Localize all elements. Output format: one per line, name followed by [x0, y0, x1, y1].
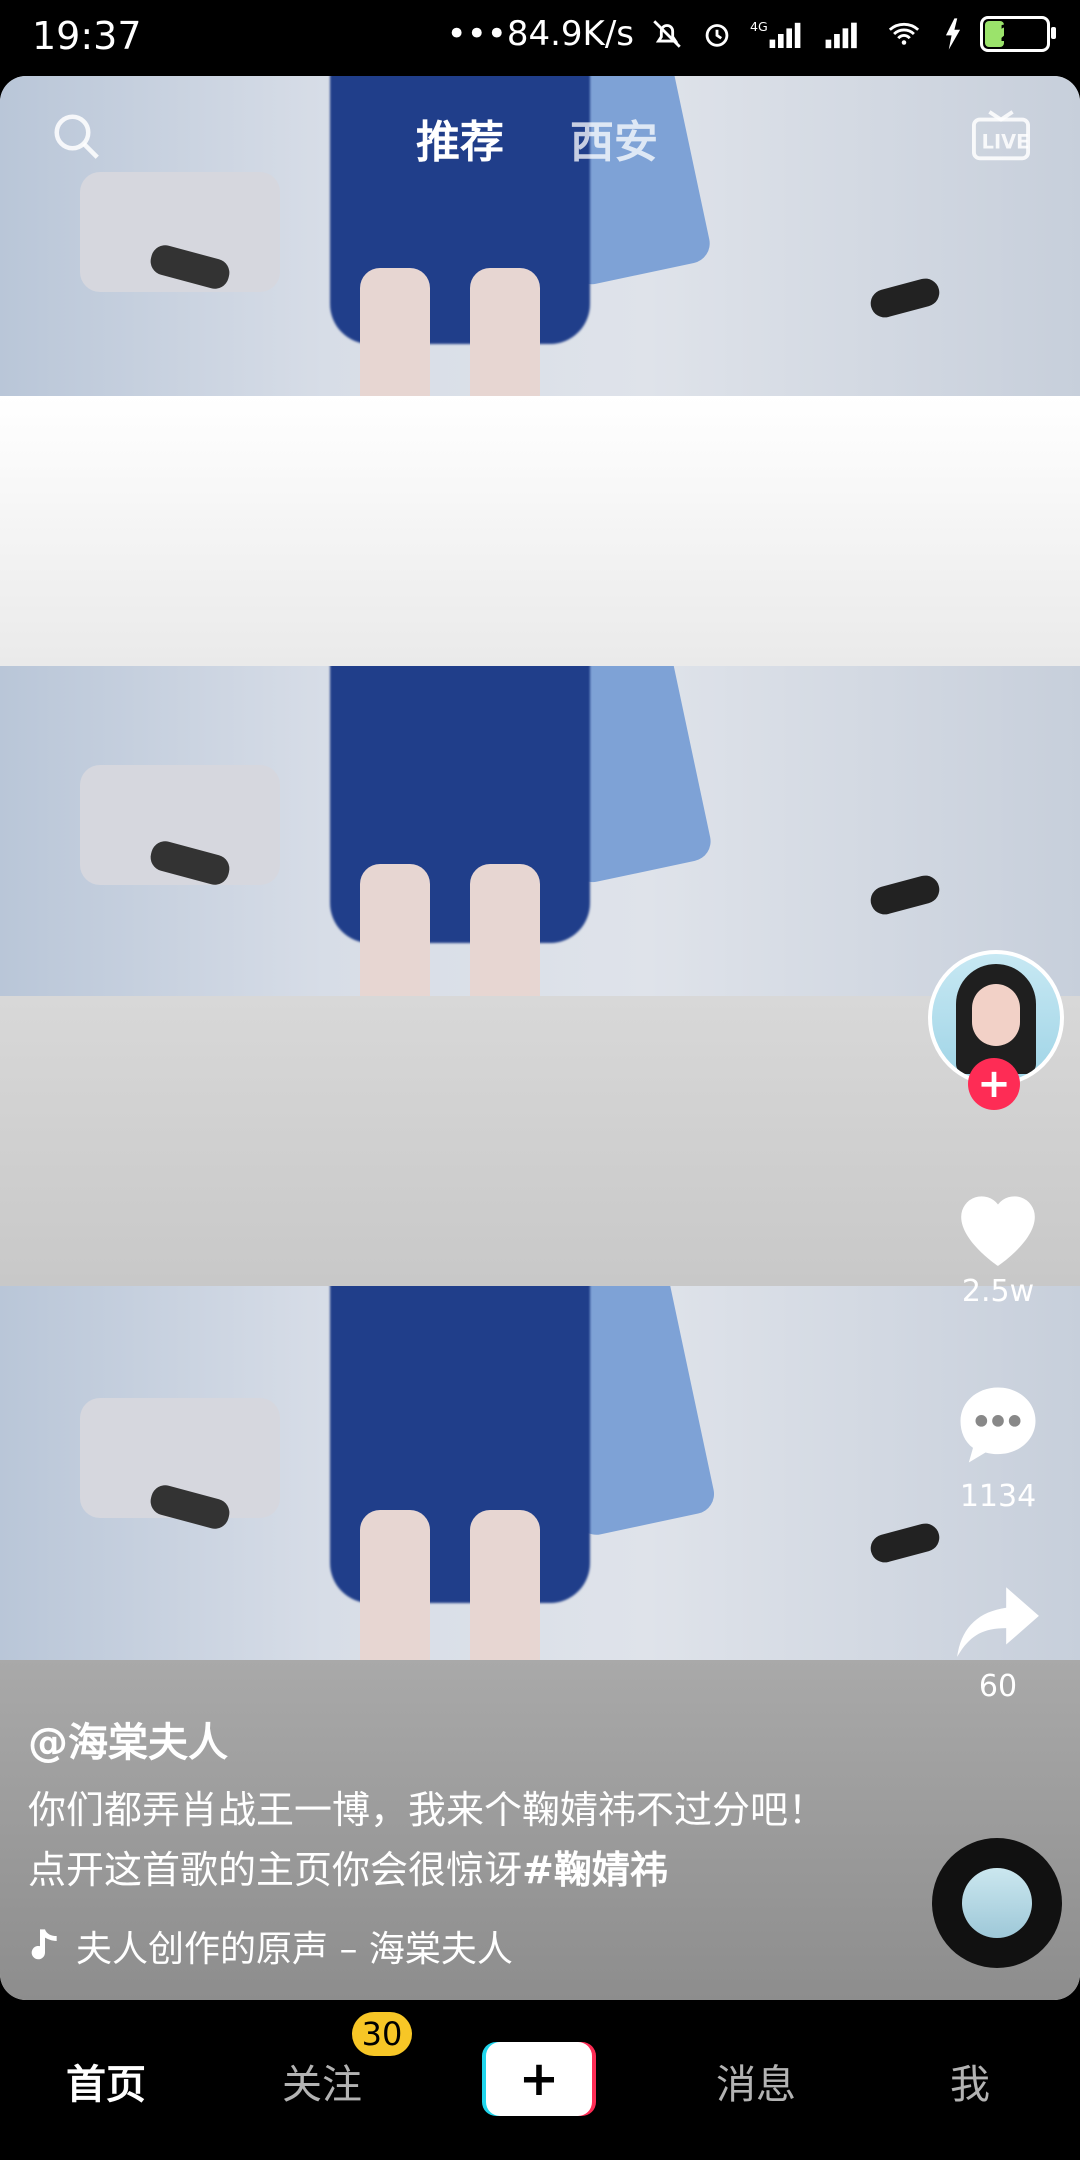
music-disc[interactable] — [932, 1838, 1062, 1968]
music-note-icon — [31, 1929, 57, 1960]
network-speed: •••84.9K/s — [446, 14, 634, 54]
tab-local[interactable]: 西安 — [570, 106, 658, 170]
video-frame-top — [0, 76, 1080, 396]
share-count: 60 — [978, 1669, 1018, 1704]
status-time: 19:37 — [32, 14, 142, 58]
nav-follow[interactable]: 关注 — [282, 2052, 362, 2110]
video-frame-middle — [0, 666, 1080, 996]
status-right: •••84.9K/s 4G 26 — [446, 14, 1056, 54]
nav-messages[interactable]: 消息 — [716, 2052, 796, 2110]
create-button[interactable]: + — [482, 2042, 596, 2116]
author-username[interactable]: @海棠夫人 — [28, 1710, 228, 1768]
charging-icon — [945, 18, 961, 50]
status-bar: 19:37 •••84.9K/s 4G 26 — [0, 0, 1080, 76]
music-row[interactable]: 夫人创作的原声 – 海棠夫人 — [28, 1920, 513, 1972]
frame-gap — [0, 996, 1080, 1286]
share-button[interactable]: 60 — [938, 1575, 1058, 1704]
bottom-nav: 首页 关注 30 + 消息 我 — [0, 2000, 1080, 2160]
follow-badge: 30 — [352, 2012, 412, 2056]
svg-text:4G: 4G — [750, 19, 768, 34]
signal-icon — [825, 22, 857, 49]
comment-icon — [960, 1387, 1036, 1463]
hashtag-link[interactable]: #鞠婧祎 — [522, 1848, 668, 1892]
alarm-icon — [705, 24, 729, 47]
mute-bell-icon — [653, 20, 681, 48]
music-title: 夫人创作的原声 – 海棠夫人 — [76, 1929, 513, 1970]
frame-gap — [0, 396, 1080, 666]
like-count: 2.5w — [961, 1274, 1035, 1309]
like-button[interactable]: 2.5w — [938, 1180, 1058, 1309]
search-icon[interactable] — [50, 110, 104, 164]
video-frame-bottom — [0, 1286, 1080, 1660]
nav-me[interactable]: 我 — [950, 2052, 990, 2110]
heart-icon — [961, 1196, 1035, 1266]
tab-recommend[interactable]: 推荐 — [416, 106, 504, 170]
comment-count: 1134 — [959, 1479, 1037, 1514]
live-icon[interactable]: LIVE — [970, 108, 1032, 166]
follow-plus-button[interactable]: + — [968, 1058, 1020, 1110]
battery-indicator: 26 — [980, 16, 1056, 52]
svg-text:LIVE: LIVE — [982, 131, 1030, 154]
share-icon — [957, 1587, 1039, 1657]
signal-4g-icon: 4G — [750, 19, 801, 48]
comment-button[interactable]: 1134 — [938, 1375, 1058, 1514]
nav-home[interactable]: 首页 — [66, 2052, 146, 2110]
wifi-icon — [888, 22, 920, 45]
video-caption: 你们都弄肖战王一博，我来个鞠婧祎不过分吧！点开这首歌的主页你会很惊讶#鞠婧祎 — [28, 1788, 827, 1892]
